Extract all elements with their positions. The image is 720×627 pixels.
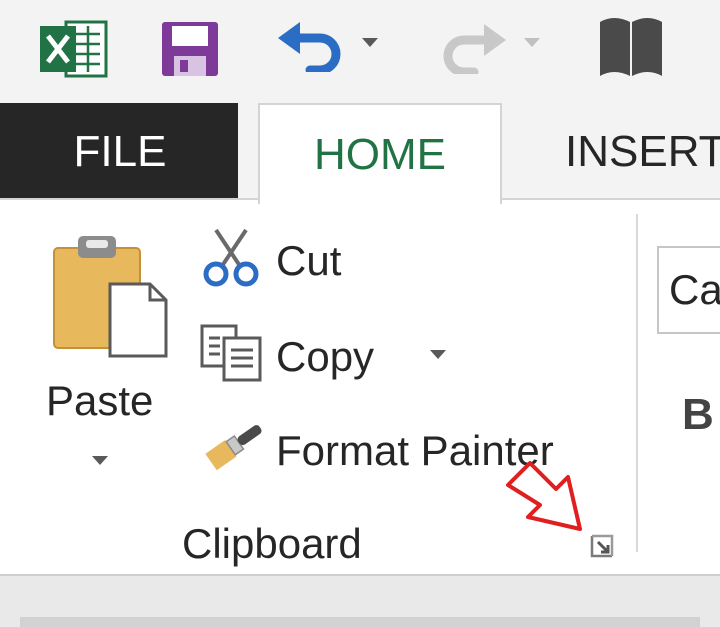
clipboard-paste-icon <box>53 236 168 358</box>
copy-dropdown-icon[interactable] <box>428 348 448 360</box>
tab-file-label: FILE <box>73 126 167 176</box>
cut-button[interactable]: Cut <box>198 222 368 292</box>
redo-dropdown-icon[interactable] <box>522 36 542 48</box>
copy-icon <box>200 324 262 382</box>
quick-access-toolbar <box>0 0 720 103</box>
tab-home-label: HOME <box>314 129 446 179</box>
font-name-value: Ca <box>669 266 720 313</box>
save-icon[interactable] <box>160 20 220 78</box>
redo-icon[interactable] <box>442 22 508 74</box>
annotation-arrow-icon <box>506 461 582 531</box>
ribbon-tab-bar: FILE HOME INSERT <box>0 103 720 204</box>
copy-label: Copy <box>276 333 375 380</box>
group-separator <box>636 214 638 552</box>
copy-button[interactable]: Copy <box>198 316 458 392</box>
undo-dropdown-icon[interactable] <box>360 36 380 48</box>
clipboard-dialog-launcher-icon[interactable] <box>588 532 620 560</box>
tab-file[interactable]: FILE <box>0 103 238 200</box>
clipboard-group-label: Clipboard <box>182 520 362 567</box>
tab-insert[interactable]: INSERT <box>565 103 720 200</box>
formula-bar-edge <box>20 617 700 627</box>
touch-mode-icon[interactable] <box>596 10 666 78</box>
paste-dropdown-icon[interactable] <box>90 454 110 466</box>
bold-button[interactable]: B <box>682 390 714 440</box>
excel-logo-icon[interactable] <box>38 18 108 80</box>
tab-insert-label: INSERT <box>565 126 720 176</box>
paintbrush-icon <box>205 425 262 471</box>
scissors-icon <box>203 228 259 287</box>
undo-icon[interactable] <box>276 20 342 72</box>
tab-home[interactable]: HOME <box>258 103 502 204</box>
paste-label: Paste <box>46 377 154 424</box>
paste-button[interactable]: Paste <box>40 232 176 492</box>
font-name-combobox[interactable]: Ca <box>657 246 720 334</box>
cut-label: Cut <box>276 237 342 284</box>
